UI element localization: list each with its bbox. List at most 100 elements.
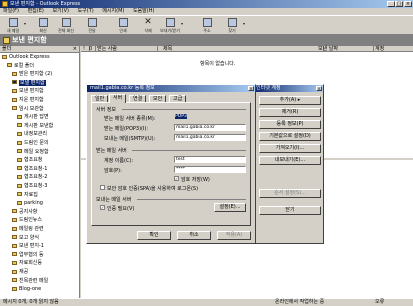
menu-view[interactable]: 보기(V): [52, 8, 69, 15]
folder-icon: [12, 269, 17, 274]
folder-pane: 폴더 × Outlook Express 로컬 폴더 받은 편지함 (2) 보낼 편지…: [0, 46, 80, 298]
forward-icon: [87, 18, 97, 27]
folder-item[interactable]: 지운 편지함: [12, 97, 44, 103]
chevron-down-icon[interactable]: ▾: [243, 21, 245, 26]
forward-button[interactable]: 전달: [82, 17, 102, 35]
folder-item[interactable]: 임시 보관함: [12, 106, 44, 112]
current-folder-title: 보낸 편지함: [12, 36, 47, 44]
find-button[interactable]: 찾기 ▾: [222, 17, 245, 35]
folder-item[interactable]: 업무협의 등: [12, 252, 44, 258]
folder-item[interactable]: 협조요청-2: [17, 174, 47, 180]
set-default-button[interactable]: 기본값으로 설정(D): [259, 132, 321, 141]
reply-button[interactable]: 회신: [33, 17, 53, 35]
auth-required-checkbox[interactable]: ✓: [100, 205, 105, 210]
remember-password-checkbox[interactable]: ✓: [174, 176, 179, 181]
folder-item[interactable]: 게시판 보낸함: [17, 123, 53, 129]
folder-label: 보낸 편지-1: [19, 243, 44, 250]
smtp-settings-button[interactable]: 설정(E)...: [214, 203, 246, 212]
folder-item[interactable]: 받은 편지함 (2): [12, 71, 52, 77]
new-mail-button[interactable]: 새 메일 ▾: [3, 17, 26, 35]
folder-icon: [17, 200, 22, 205]
subject-column[interactable]: 제목: [161, 46, 324, 52]
tab-servers[interactable]: 서버: [109, 94, 127, 103]
reply-all-icon: [61, 18, 71, 27]
toolbar: 새 메일 ▾ 회신 전체 회신 전달 인쇄 ✕ 삭제 보내기/받기 ▾ 주소 찾기 ▾: [0, 15, 413, 35]
close-button[interactable]: ×: [404, 1, 412, 7]
account-name-input[interactable]: test: [174, 156, 246, 163]
folder-icon: [7, 63, 12, 68]
add-account-button[interactable]: 추가(A) ▸: [259, 96, 321, 105]
menu-file[interactable]: 파일(F): [3, 8, 19, 15]
password-input[interactable]: ****: [174, 166, 246, 173]
folder-label: 받은 편지함 (2): [19, 71, 53, 78]
folder-item[interactable]: 자료집: [17, 192, 38, 198]
spa-checkbox[interactable]: [100, 185, 105, 190]
folder-item[interactable]: 공지사항: [12, 209, 37, 215]
reply-all-button[interactable]: 전체 회신: [56, 17, 76, 35]
minimize-button[interactable]: _: [387, 1, 395, 7]
close-icon[interactable]: ×: [316, 86, 322, 91]
folder-item[interactable]: 드림인 문의: [17, 140, 49, 146]
folder-item[interactable]: 메일 요청함: [17, 149, 49, 155]
folder-item[interactable]: 재공: [12, 269, 28, 275]
apply-button[interactable]: 적용(A): [217, 231, 251, 240]
remember-password-label: 암호 저장(W): [181, 177, 210, 183]
folder-item[interactable]: 메일링 관련: [12, 226, 44, 232]
remove-account-button[interactable]: 제거(R): [259, 108, 321, 117]
folder-item[interactable]: 협조요청: [17, 157, 42, 163]
folder-icon: [12, 217, 17, 222]
menu-message[interactable]: 메시지(M): [102, 8, 124, 15]
folder-item[interactable]: 협조요청-3: [17, 183, 47, 189]
cancel-button[interactable]: 취소: [177, 231, 211, 240]
send-receive-button[interactable]: 보내기/받기 ▾: [160, 17, 183, 35]
password-label: 암호(P):: [104, 168, 122, 174]
folder-label: 협조요청-3: [24, 183, 48, 189]
delete-button[interactable]: ✕ 삭제: [138, 17, 158, 35]
close-dialog-button[interactable]: 닫기: [259, 206, 321, 215]
sent-date-column[interactable]: 보낸 날짜: [316, 46, 374, 52]
maximize-button[interactable]: □: [395, 1, 403, 7]
folder-item[interactable]: 보고 양식: [12, 235, 39, 241]
window-title-bar: 보낸 편지함 - Outlook Express: [0, 0, 413, 8]
folder-item[interactable]: 자료회신등: [12, 260, 42, 266]
folder-item[interactable]: Blog-one: [12, 286, 41, 292]
menu-tools[interactable]: 도구(T): [78, 8, 94, 15]
folder-label: Blog-one: [19, 286, 42, 293]
outgoing-server-label: 보내는 메일(SMTP)(U):: [104, 136, 156, 142]
import-button[interactable]: 가져오기(I)...: [259, 144, 321, 153]
folder-item[interactable]: 친목관련 메일: [12, 278, 48, 284]
chevron-down-icon[interactable]: ▾: [24, 21, 26, 26]
folder-item[interactable]: 드림인뉴스: [12, 217, 42, 223]
outgoing-section-heading: 보내는 메일 서버: [96, 197, 132, 203]
account-column[interactable]: 계정: [373, 46, 413, 52]
menu-edit[interactable]: 편집(E): [28, 8, 44, 15]
ok-button[interactable]: 확인: [137, 231, 171, 240]
folder-item[interactable]: parking: [17, 200, 43, 206]
folder-icon: [17, 149, 22, 154]
folder-icon: [12, 243, 17, 248]
folder-item[interactable]: 게시판 답변: [17, 114, 49, 120]
folder-item[interactable]: 내정보관리: [17, 131, 47, 137]
folder-icon: [17, 123, 22, 128]
outgoing-server-input[interactable]: mail1.gabia.co.kr: [174, 134, 246, 141]
folder-item[interactable]: 보낸 편지함: [12, 88, 44, 94]
folder-item[interactable]: 협조요청-1: [17, 166, 47, 172]
close-icon[interactable]: ×: [248, 86, 254, 91]
folder-item[interactable]: 로컬 폴더: [7, 63, 34, 69]
address-book-button[interactable]: 주소: [197, 17, 217, 35]
set-order-button[interactable]: 순서 설정(S)...: [259, 189, 321, 198]
folder-icon: [12, 260, 17, 265]
export-button[interactable]: 내보내기(E)...: [259, 156, 321, 165]
chevron-down-icon[interactable]: ▾: [181, 21, 183, 26]
folder-icon: [12, 106, 17, 111]
menu-help[interactable]: 도움말(H): [133, 8, 154, 15]
print-button[interactable]: 인쇄: [113, 17, 133, 35]
folder-item[interactable]: Outlook Express: [2, 54, 50, 60]
incoming-server-input[interactable]: mail1.gabia.co.kr: [174, 124, 246, 131]
close-icon[interactable]: ×: [73, 46, 77, 52]
folder-item[interactable]: 보낸 편지-1: [12, 243, 44, 249]
to-column[interactable]: 받는 사람: [95, 46, 158, 52]
folder-item[interactable]: 보낼 편지함: [12, 79, 46, 86]
folder-label: parking: [24, 200, 43, 207]
account-properties-button[interactable]: 등록 정보(P): [259, 120, 321, 129]
